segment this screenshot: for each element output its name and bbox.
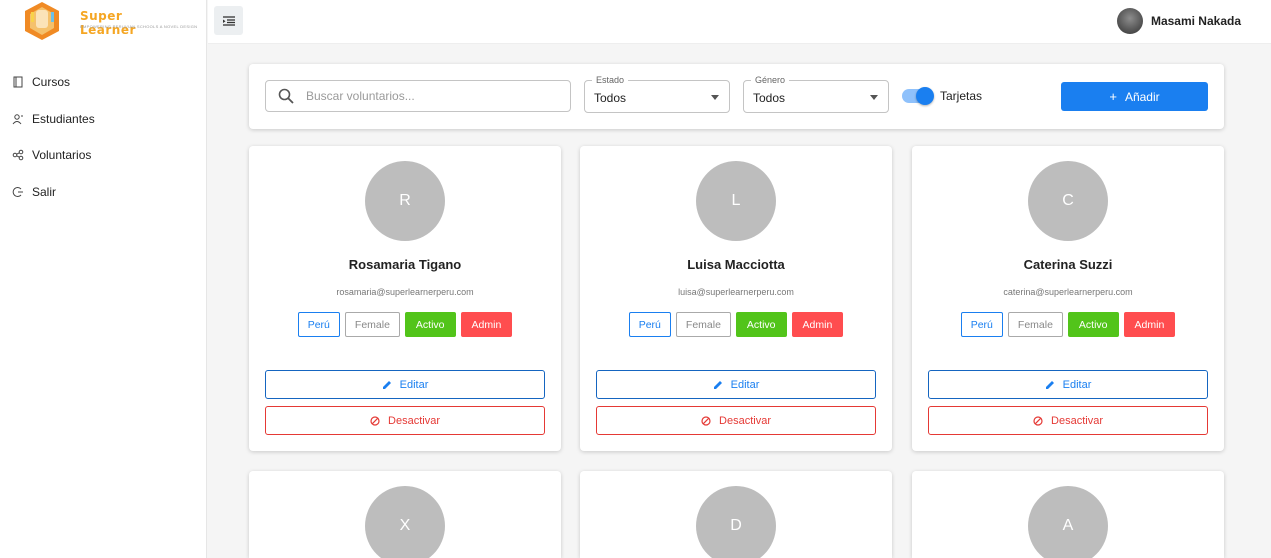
- avatar: L: [696, 161, 776, 241]
- user-menu[interactable]: Masami Nakada: [1116, 8, 1241, 34]
- deactivate-button[interactable]: Desactivar: [596, 406, 876, 435]
- sidebar-item-label: Cursos: [32, 75, 71, 90]
- status-badge: Activo: [735, 312, 787, 337]
- search-input[interactable]: [306, 89, 546, 103]
- block-icon: [1033, 415, 1043, 426]
- topbar: Masami Nakada: [208, 0, 1271, 44]
- status-badge: Activo: [404, 312, 456, 337]
- deactivate-button[interactable]: Desactivar: [928, 406, 1208, 435]
- volunteer-tags: Perú Female Activo Admin: [580, 312, 892, 337]
- volunteer-card: D: [580, 471, 892, 558]
- volunteer-email: caterina@superlearnerperu.com: [1003, 287, 1133, 297]
- volunteer-card: C Caterina Suzzi caterina@superlearnerpe…: [912, 146, 1224, 451]
- block-icon: [701, 415, 711, 426]
- sidebar-item-estudiantes[interactable]: Estudiantes: [0, 101, 207, 138]
- menu-toggle-button[interactable]: [214, 6, 243, 35]
- logo-hex-icon: [25, 2, 59, 40]
- deactivate-button[interactable]: Desactivar: [265, 406, 545, 435]
- block-icon: [370, 415, 380, 426]
- volunteer-name: Caterina Suzzi: [1023, 257, 1113, 272]
- deactivate-button-label: Desactivar: [719, 414, 771, 427]
- avatar: [1116, 8, 1143, 34]
- volunteer-card: L Luisa Macciotta luisa@superlearnerperu…: [580, 146, 892, 451]
- estado-label: Estado: [592, 75, 629, 85]
- brand-tagline: EMPOWERING PERUVIAN SCHOOLS A NOVEL DESI…: [80, 24, 198, 29]
- country-chip: Perú: [960, 312, 1003, 337]
- avatar: A: [1028, 486, 1108, 558]
- volunteer-card: A: [912, 471, 1224, 558]
- deactivate-button-label: Desactivar: [388, 414, 440, 427]
- sidebar-item-salir[interactable]: Salir: [0, 174, 207, 211]
- edit-button-label: Editar: [1062, 378, 1092, 391]
- estado-select[interactable]: Estado Todos: [584, 75, 730, 113]
- sidebar-item-label: Salir: [32, 184, 57, 199]
- edit-button-label: Editar: [730, 378, 760, 391]
- role-badge: Admin: [460, 312, 513, 337]
- add-button-label: Añadir: [1124, 89, 1160, 104]
- search-icon: [278, 88, 294, 104]
- volunteers-icon: [12, 149, 24, 161]
- avatar: X: [365, 486, 445, 558]
- menu-collapse-icon: [222, 15, 235, 26]
- sidebar-item-cursos[interactable]: Cursos: [0, 64, 207, 101]
- sidebar-item-label: Estudiantes: [32, 111, 95, 126]
- add-volunteer-button[interactable]: + Añadir: [1061, 82, 1208, 111]
- sidebar: Super Learner EMPOWERING PERUVIAN SCHOOL…: [0, 0, 207, 558]
- gender-chip: Female: [675, 312, 731, 337]
- filter-bar: Estado Todos Género Todos Tarjetas + Aña…: [249, 64, 1224, 129]
- volunteer-card: X: [249, 471, 561, 558]
- edit-button-label: Editar: [399, 378, 429, 391]
- book-icon: [13, 76, 23, 88]
- toggle-thumb: [916, 87, 934, 105]
- students-icon: [12, 114, 23, 125]
- genero-value: Todos: [753, 91, 786, 105]
- estado-value: Todos: [594, 91, 627, 105]
- status-badge: Activo: [1067, 312, 1119, 337]
- country-chip: Perú: [628, 312, 671, 337]
- pencil-icon: [713, 380, 722, 389]
- volunteer-tags: Perú Female Activo Admin: [912, 312, 1224, 337]
- edit-button[interactable]: Editar: [265, 370, 545, 399]
- genero-select[interactable]: Género Todos: [743, 75, 889, 113]
- avatar: C: [1028, 161, 1108, 241]
- toggle-switch[interactable]: [902, 87, 934, 105]
- user-name: Masami Nakada: [1150, 14, 1241, 28]
- volunteer-email: rosamaria@superlearnerperu.com: [336, 287, 474, 297]
- volunteer-name: Rosamaria Tigano: [348, 257, 462, 272]
- chevron-down-icon: [870, 95, 878, 100]
- gender-chip: Female: [1007, 312, 1063, 337]
- sidebar-item-label: Voluntarios: [32, 148, 92, 163]
- volunteer-tags: Perú Female Activo Admin: [249, 312, 561, 337]
- pencil-icon: [382, 380, 391, 389]
- sidebar-nav: Cursos Estudiantes Voluntarios Salir: [0, 64, 207, 210]
- search-field[interactable]: [265, 80, 571, 112]
- avatar: R: [365, 161, 445, 241]
- country-chip: Perú: [297, 312, 340, 337]
- gender-chip: Female: [344, 312, 400, 337]
- logout-icon: [12, 186, 23, 197]
- avatar: D: [696, 486, 776, 558]
- edit-button[interactable]: Editar: [596, 370, 876, 399]
- tarjetas-toggle[interactable]: Tarjetas: [902, 87, 983, 105]
- sidebar-item-voluntarios[interactable]: Voluntarios: [0, 137, 207, 174]
- volunteer-email: luisa@superlearnerperu.com: [678, 287, 794, 297]
- role-badge: Admin: [1123, 312, 1176, 337]
- pencil-icon: [1045, 380, 1054, 389]
- genero-label: Género: [751, 75, 790, 85]
- volunteer-name: Luisa Macciotta: [687, 257, 785, 272]
- deactivate-button-label: Desactivar: [1051, 414, 1103, 427]
- plus-icon: +: [1109, 89, 1117, 104]
- brand-name: Super Learner: [80, 9, 136, 37]
- role-badge: Admin: [791, 312, 844, 337]
- brand-logo[interactable]: Super Learner EMPOWERING PERUVIAN SCHOOL…: [18, 0, 197, 44]
- volunteer-card: R Rosamaria Tigano rosamaria@superlearne…: [249, 146, 561, 451]
- toggle-label: Tarjetas: [940, 89, 983, 103]
- chevron-down-icon: [711, 95, 719, 100]
- edit-button[interactable]: Editar: [928, 370, 1208, 399]
